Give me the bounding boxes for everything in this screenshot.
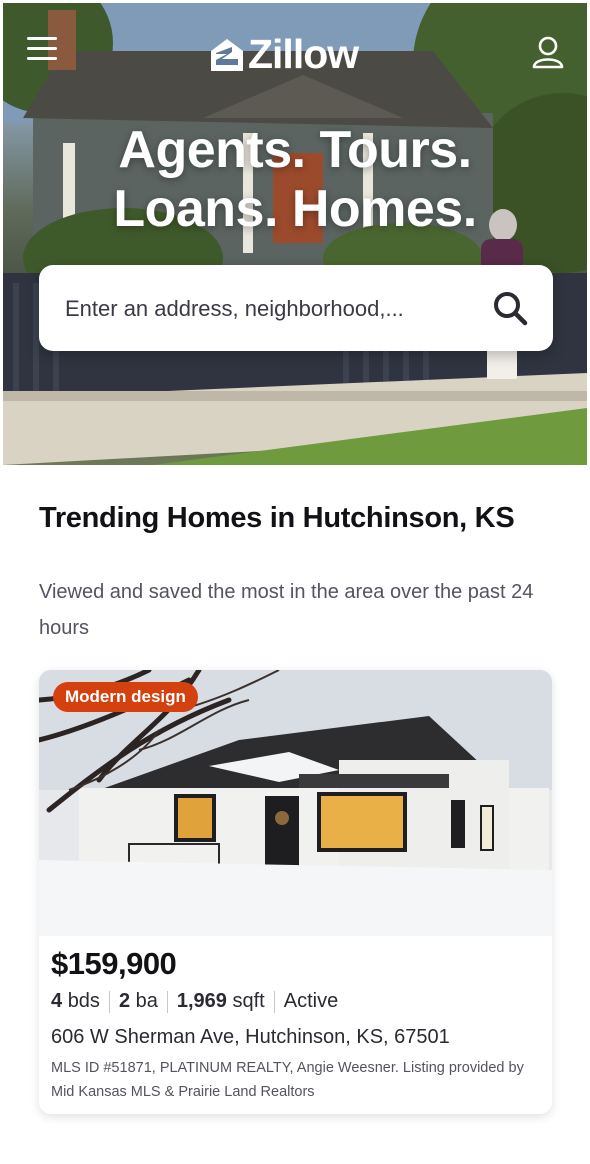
search-bar [39,265,553,351]
listing-status: Active [283,990,339,1012]
user-profile-icon[interactable] [531,35,565,69]
search-icon[interactable] [491,289,529,327]
listing-mls-info: MLS ID #51871, PLATINUM REALTY, Angie We… [51,1060,524,1100]
hero-headline-line2: Loans. Homes. [113,180,477,238]
zillow-logo-text: Zillow [248,31,359,77]
listing-badge: Modern design [53,682,198,712]
listing-address[interactable]: 606 W Sherman Ave, Hutchinson, KS, 67501 [51,1026,450,1049]
sqft-unit: sqft [232,990,265,1012]
baths-value: 2 [118,990,131,1012]
facts-divider [273,990,275,1013]
facts-divider [166,990,168,1013]
facts-divider [108,990,110,1013]
hero-headline: Agents. Tours. Loans. Homes. [3,121,587,239]
search-input[interactable] [63,287,467,331]
beds-unit: bds [67,990,100,1012]
baths-unit: ba [135,990,158,1012]
zillow-logo-icon [211,38,243,71]
zillow-logo[interactable]: Zillow [210,31,359,78]
beds-value: 4 [51,990,63,1012]
sqft-value: 1,969 [176,990,227,1012]
hero-headline-line1: Agents. Tours. [118,121,472,179]
trending-section-subtitle: Viewed and saved the most in the area ov… [39,581,534,639]
listing-facts: 4 bds 2 ba 1,969 sqft Active [51,990,338,1013]
trending-section-title: Trending Homes in Hutchinson, KS [39,502,515,534]
hero-banner: Zillow Agents. Tours. Loans. Homes. [3,3,587,465]
listing-card[interactable]: Modern design $159,900 4 bds 2 ba 1,969 … [39,670,552,1114]
hamburger-menu-icon[interactable] [27,37,57,67]
listing-price: $159,900 [51,946,177,981]
